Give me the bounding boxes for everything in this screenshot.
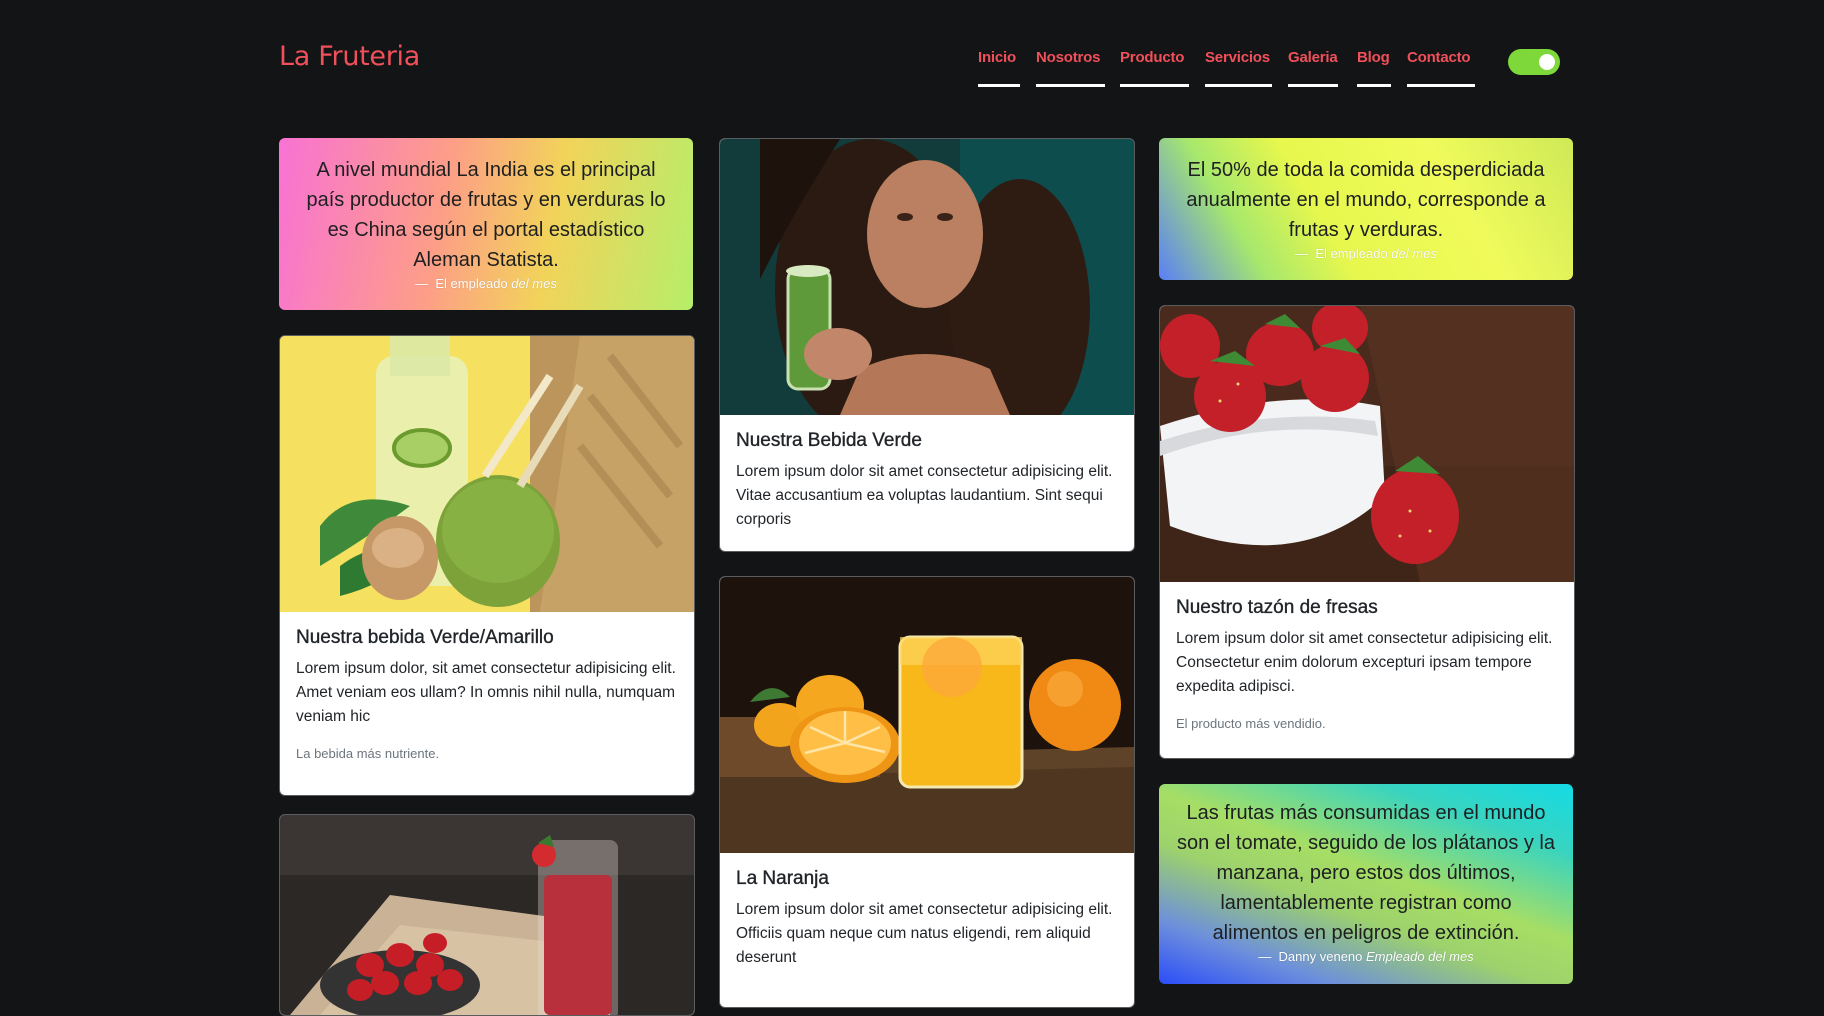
product-card-3[interactable]: Nuestro tazón de fresas Lorem ipsum dolo… <box>1159 305 1575 759</box>
quote-footer: — Danny veneno Empleado del mes <box>1258 949 1474 964</box>
quote-author: Danny veneno <box>1278 949 1363 964</box>
card-title: Nuestra Bebida Verde <box>736 430 922 451</box>
quote-card-2: El 50% de toda la comida desperdiciada a… <box>1159 138 1573 280</box>
toggle-knob <box>1539 54 1555 70</box>
quote-card-3: Las frutas más consumidas en el mundo so… <box>1159 784 1573 984</box>
brand-logo[interactable]: La Fruteria <box>279 41 420 72</box>
nav-contacto[interactable]: Contacto <box>1407 49 1475 87</box>
card-image-green-drink <box>720 139 1134 415</box>
nav-servicios[interactable]: Servicios <box>1205 49 1272 87</box>
product-card-smoothie[interactable] <box>279 814 695 1016</box>
card-body: La Naranja Lorem ipsum dolor sit amet co… <box>720 853 1134 970</box>
quote-cite: del mes <box>1391 246 1437 261</box>
card-image-strawberry-bowl <box>1160 306 1574 582</box>
nav-blog[interactable]: Blog <box>1357 49 1391 87</box>
nav-inicio[interactable]: Inicio <box>978 49 1020 87</box>
quote-footer: — El empleado del mes <box>415 276 557 291</box>
quote-cite: Empleado del mes <box>1366 949 1474 964</box>
quote-cite: del mes <box>511 276 557 291</box>
card-title: Nuestra bebida Verde/Amarillo <box>296 627 554 648</box>
card-text: Lorem ipsum dolor, sit amet consectetur … <box>296 660 676 725</box>
card-body: Nuestro tazón de fresas Lorem ipsum dolo… <box>1160 582 1574 731</box>
nav-galeria[interactable]: Galeria <box>1288 49 1338 87</box>
card-text: Lorem ipsum dolor sit amet consectetur a… <box>736 463 1113 528</box>
card-image-strawberry-smoothie <box>280 815 694 1015</box>
card-image-orange-juice <box>720 577 1134 853</box>
quote-text: El 50% de toda la comida desperdiciada a… <box>1186 159 1546 241</box>
nav-nosotros[interactable]: Nosotros <box>1036 49 1105 87</box>
quote-text: A nivel mundial La India es el principal… <box>306 159 666 271</box>
quote-footer: — El empleado del mes <box>1295 246 1437 261</box>
quote-author: El empleado <box>1315 246 1388 261</box>
nav-producto[interactable]: Producto <box>1120 49 1189 87</box>
quote-card-1: A nivel mundial La India es el principal… <box>279 138 693 310</box>
card-text: Lorem ipsum dolor sit amet consectetur a… <box>1176 630 1553 695</box>
card-footer-text: La bebida más nutriente. <box>296 746 440 761</box>
quote-text: Las frutas más consumidas en el mundo so… <box>1176 802 1556 944</box>
card-title: Nuestro tazón de fresas <box>1176 597 1378 618</box>
card-body: Nuestra Bebida Verde Lorem ipsum dolor s… <box>720 415 1134 532</box>
card-footer-text: El producto más vendidio. <box>1176 716 1326 731</box>
product-card-4[interactable]: La Naranja Lorem ipsum dolor sit amet co… <box>719 576 1135 1008</box>
card-title: La Naranja <box>736 868 829 889</box>
card-text: Lorem ipsum dolor sit amet consectetur a… <box>736 901 1113 966</box>
quote-author: El empleado <box>435 276 508 291</box>
card-body: Nuestra bebida Verde/Amarillo Lorem ipsu… <box>280 612 694 761</box>
product-card-1[interactable]: Nuestra bebida Verde/Amarillo Lorem ipsu… <box>279 335 695 796</box>
card-image-lemonade <box>280 336 694 612</box>
theme-toggle[interactable] <box>1508 49 1560 75</box>
product-card-2[interactable]: Nuestra Bebida Verde Lorem ipsum dolor s… <box>719 138 1135 552</box>
